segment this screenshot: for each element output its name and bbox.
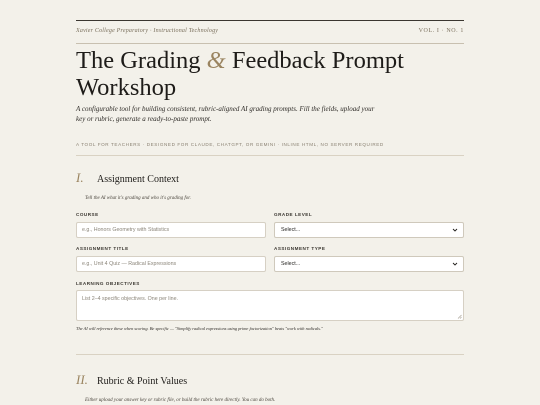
section-2-title: Rubric & Point Values xyxy=(97,376,188,387)
masthead: Xavier College Preparatory · Instruction… xyxy=(76,28,464,34)
page-title: The Grading & Feedback Prompt Workshop xyxy=(76,47,464,101)
course-input[interactable]: e.g., Honors Geometry with Statistics xyxy=(76,222,266,238)
section-1-heading: I. Assignment Context xyxy=(76,170,179,186)
course-label: COURSE xyxy=(76,212,99,217)
chevron-down-icon xyxy=(451,260,459,268)
objectives-hint: The AI will reference these when scoring… xyxy=(76,326,323,331)
tagline: A TOOL FOR TEACHERS · DESIGNED FOR CLAUD… xyxy=(76,142,384,147)
section-1-number: I. xyxy=(76,170,84,185)
section-1-title: Assignment Context xyxy=(97,174,179,185)
page-lede: A configurable tool for building consist… xyxy=(76,105,375,123)
chevron-down-icon xyxy=(451,226,459,234)
grade-level-select[interactable]: Select... xyxy=(274,222,464,238)
section-1-subtitle: Tell the AI what it's grading and who it… xyxy=(85,196,191,201)
assignment-type-value: Select... xyxy=(281,261,301,267)
masthead-issue: VOL. I · NO. 1 xyxy=(418,28,464,34)
title-ampersand: & xyxy=(206,47,226,74)
learning-objectives-placeholder: List 2–4 specific objectives. One per li… xyxy=(82,296,178,302)
assignment-title-label: ASSIGNMENT TITLE xyxy=(76,246,129,251)
course-placeholder: e.g., Honors Geometry with Statistics xyxy=(82,227,170,233)
section-2-subtitle: Either upload your answer key or rubric … xyxy=(85,398,276,403)
section-2-number: II. xyxy=(76,372,88,387)
assignment-title-input[interactable]: e.g., Unit 4 Quiz — Radical Expressions xyxy=(76,256,266,272)
assignment-title-placeholder: e.g., Unit 4 Quiz — Radical Expressions xyxy=(82,261,177,267)
masthead-rule xyxy=(76,43,464,44)
assignment-type-select[interactable]: Select... xyxy=(274,256,464,272)
resize-grip-icon[interactable] xyxy=(457,314,462,319)
section-divider xyxy=(76,155,464,156)
top-rule xyxy=(76,20,464,21)
learning-objectives-label: LEARNING OBJECTIVES xyxy=(76,281,140,286)
section-2-heading: II. Rubric & Point Values xyxy=(76,372,187,388)
title-part-1: The Grading xyxy=(76,47,207,74)
assignment-type-label: ASSIGNMENT TYPE xyxy=(274,246,326,251)
page: Xavier College Preparatory · Instruction… xyxy=(0,0,540,405)
section-divider xyxy=(76,354,464,355)
learning-objectives-textarea[interactable]: List 2–4 specific objectives. One per li… xyxy=(76,290,464,321)
masthead-institution: Xavier College Preparatory · Instruction… xyxy=(76,28,219,34)
grade-level-label: GRADE LEVEL xyxy=(274,212,313,217)
grade-level-value: Select... xyxy=(281,227,301,233)
